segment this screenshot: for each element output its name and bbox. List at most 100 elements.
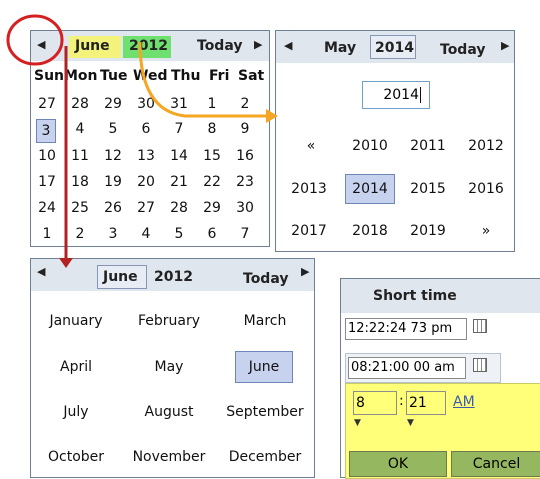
time-separator: : <box>399 393 404 409</box>
hour-dropdown-icon[interactable]: ▼ <box>354 418 361 428</box>
day-cell[interactable]: 13 <box>132 148 160 164</box>
dow-label: Tue <box>100 68 128 84</box>
year-cell[interactable]: 2019 <box>403 223 453 239</box>
next-decade-button[interactable]: » <box>461 223 511 239</box>
year-cell[interactable]: 2017 <box>284 223 334 239</box>
day-cell[interactable]: 5 <box>99 121 127 137</box>
day-cell[interactable]: 30 <box>132 96 160 112</box>
day-cell[interactable]: 28 <box>66 96 94 112</box>
ok-label: OK <box>387 456 409 472</box>
ampm-link[interactable]: AM <box>453 394 475 410</box>
day-cell[interactable]: 8 <box>198 121 226 137</box>
day-cell[interactable]: 4 <box>66 121 94 137</box>
prev-month-icon[interactable]: ◀ <box>37 38 45 51</box>
minute-input[interactable]: 21 <box>406 391 446 415</box>
month-button[interactable]: June <box>75 38 110 54</box>
day-cell[interactable]: 7 <box>165 121 193 137</box>
day-cell[interactable]: 27 <box>132 200 160 216</box>
time-value-1: 12:22:24 73 pm <box>348 321 453 336</box>
year-cell[interactable]: 2012 <box>461 138 511 154</box>
year-cell[interactable]: 2018 <box>345 223 395 239</box>
day-cell[interactable]: 19 <box>99 174 127 190</box>
year-button[interactable]: 2014 <box>375 40 414 56</box>
day-cell[interactable]: 20 <box>132 174 160 190</box>
ok-button[interactable]: OK <box>349 451 447 477</box>
year-button[interactable]: 2012 <box>154 269 193 285</box>
next-month-icon[interactable]: ▶ <box>254 38 262 51</box>
calendar-icon[interactable] <box>473 358 487 372</box>
day-cell[interactable]: 16 <box>231 148 259 164</box>
time-input-1[interactable]: 12:22:24 73 pm <box>345 318 467 340</box>
day-cell[interactable]: 27 <box>33 96 61 112</box>
month-cell[interactable]: April <box>33 359 119 375</box>
time-value-2: 08:21:00 00 am <box>351 360 455 375</box>
day-cell[interactable]: 2 <box>66 226 94 242</box>
day-cell[interactable]: 9 <box>231 121 259 137</box>
year-button[interactable]: 2012 <box>129 38 168 54</box>
day-cell[interactable]: 28 <box>165 200 193 216</box>
year-cell[interactable]: 2015 <box>403 181 453 197</box>
day-cell-selected[interactable]: 3 <box>36 119 56 143</box>
time-input-2[interactable]: 08:21:00 00 am <box>348 357 466 379</box>
year-input[interactable]: 2014 <box>362 81 430 109</box>
day-cell[interactable]: 21 <box>165 174 193 190</box>
day-cell[interactable]: 2 <box>231 96 259 112</box>
cancel-button[interactable]: Cancel <box>451 451 540 477</box>
day-cell[interactable]: 3 <box>99 226 127 242</box>
day-cell[interactable]: 15 <box>198 148 226 164</box>
day-cell[interactable]: 24 <box>33 200 61 216</box>
year-cell[interactable]: 2013 <box>284 181 334 197</box>
month-cell[interactable]: January <box>33 313 119 329</box>
hour-input[interactable]: 8 <box>353 391 397 415</box>
next-year-icon[interactable]: ▶ <box>501 39 509 52</box>
day-cell[interactable]: 22 <box>198 174 226 190</box>
prev-icon[interactable]: ◀ <box>37 265 45 278</box>
month-cell-selected[interactable]: June <box>235 351 293 383</box>
day-cell[interactable]: 7 <box>231 226 259 242</box>
month-cell[interactable]: July <box>33 404 119 420</box>
day-cell[interactable]: 23 <box>231 174 259 190</box>
day-cell[interactable]: 12 <box>99 148 127 164</box>
prev-year-icon[interactable]: ◀ <box>284 39 292 52</box>
calendar-icon[interactable] <box>473 319 487 333</box>
day-cell[interactable]: 1 <box>198 96 226 112</box>
day-cell[interactable]: 1 <box>33 226 61 242</box>
year-cell-selected[interactable]: 2014 <box>345 174 395 204</box>
year-cell[interactable]: 2016 <box>461 181 511 197</box>
month-cell[interactable]: May <box>119 359 219 375</box>
month-cell[interactable]: September <box>219 404 311 420</box>
day-cell[interactable]: 29 <box>198 200 226 216</box>
day-cell[interactable]: 4 <box>132 226 160 242</box>
month-cell[interactable]: December <box>219 449 311 465</box>
day-cell[interactable]: 30 <box>231 200 259 216</box>
day-cell[interactable]: 6 <box>198 226 226 242</box>
day-cell[interactable]: 18 <box>66 174 94 190</box>
day-cell[interactable]: 29 <box>99 96 127 112</box>
month-cell[interactable]: February <box>119 313 219 329</box>
day-cell[interactable]: 26 <box>99 200 127 216</box>
year-cell[interactable]: 2010 <box>345 138 395 154</box>
month-cell[interactable]: November <box>119 449 219 465</box>
month-button[interactable]: May <box>324 40 356 56</box>
day-cell[interactable]: 25 <box>66 200 94 216</box>
next-icon[interactable]: ▶ <box>301 265 309 278</box>
prev-decade-button[interactable]: « <box>286 138 336 154</box>
dow-label: Mon <box>64 68 98 84</box>
month-cell[interactable]: August <box>119 404 219 420</box>
day-cell[interactable]: 10 <box>33 148 61 164</box>
today-button[interactable]: Today <box>197 38 242 54</box>
today-button[interactable]: Today <box>440 42 485 58</box>
month-cell[interactable]: March <box>219 313 311 329</box>
day-cell[interactable]: 14 <box>165 148 193 164</box>
minute-dropdown-icon[interactable]: ▼ <box>407 418 414 428</box>
month-cell[interactable]: October <box>33 449 119 465</box>
month-button[interactable]: June <box>103 269 138 285</box>
day-cell[interactable]: 31 <box>165 96 193 112</box>
day-cell[interactable]: 17 <box>33 174 61 190</box>
day-cell[interactable]: 6 <box>132 121 160 137</box>
today-button[interactable]: Today <box>243 271 288 287</box>
day-cell[interactable]: 11 <box>66 148 94 164</box>
cancel-label: Cancel <box>472 456 521 472</box>
year-cell[interactable]: 2011 <box>403 138 453 154</box>
day-cell[interactable]: 5 <box>165 226 193 242</box>
